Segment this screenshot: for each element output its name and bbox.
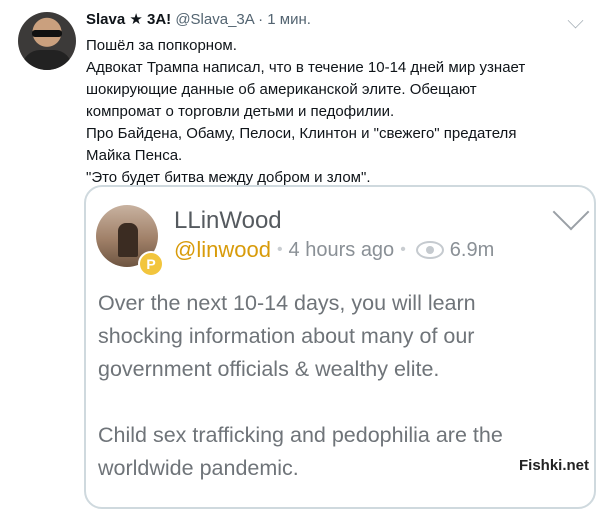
- quoted-author-handle[interactable]: @linwood: [174, 237, 271, 263]
- quoted-paragraph: Over the next 10-14 days, you will learn…: [98, 287, 578, 386]
- avatar-rider-figure: [118, 223, 138, 257]
- avatar-shirt: [22, 50, 72, 70]
- chevron-down-icon[interactable]: [567, 12, 584, 29]
- eye-icon: [415, 241, 444, 259]
- tweet-header: Slava ★ 3A! @Slava_3A · 1 мин.: [86, 10, 311, 28]
- chevron-down-icon[interactable]: [552, 193, 590, 231]
- quoted-post-time: 4 hours ago: [288, 238, 395, 261]
- quoted-author-name[interactable]: LLinWood: [174, 207, 282, 235]
- tweet-text: Пошёл за попкорном. Адвокат Трампа напис…: [86, 35, 586, 189]
- meta-separator: •: [276, 241, 283, 258]
- quoted-post-body: Over the next 10-14 days, you will learn…: [98, 287, 578, 485]
- tweet-line: компромат о торговли детьми и педофилии.: [86, 103, 395, 120]
- tweet-line: Пошёл за попкорном.: [86, 37, 237, 54]
- meta-separator: •: [400, 241, 406, 258]
- tweet-line: шокирующие данные об американской элите.…: [86, 81, 477, 98]
- tweet-line: Майка Пенса.: [86, 147, 183, 164]
- tweet-timestamp[interactable]: 1 мин.: [267, 11, 311, 28]
- tweet-line: Адвокат Трампа написал, что в течение 10…: [86, 59, 526, 76]
- header-separator: ·: [258, 11, 264, 28]
- author-name[interactable]: Slava ★ 3A!: [86, 11, 171, 28]
- badge-letter: P: [146, 256, 156, 272]
- quoted-paragraph: Child sex trafficking and pedophilia are…: [98, 419, 578, 485]
- tweet-line: Про Байдена, Обаму, Пелоси, Клинтон и "с…: [86, 125, 517, 142]
- author-avatar[interactable]: [18, 12, 76, 70]
- author-handle[interactable]: @Slava_3A: [175, 11, 254, 28]
- avatar-sunglasses: [32, 30, 62, 37]
- parler-badge-icon: P: [138, 251, 164, 277]
- site-watermark: Fishki.net: [515, 456, 592, 475]
- quoted-line: worldwide pandemic.: [98, 456, 299, 480]
- view-count: 6.9m: [449, 238, 495, 261]
- quoted-line: government officials & wealthy elite.: [98, 357, 440, 381]
- quoted-line: Child sex trafficking and pedophilia are…: [98, 423, 503, 447]
- quoted-post-meta: @linwood • 4 hours ago • 6.9m: [174, 237, 494, 263]
- quoted-line: Over the next 10-14 days, you will learn: [98, 291, 476, 315]
- quoted-line: shocking information about many of our: [98, 324, 475, 348]
